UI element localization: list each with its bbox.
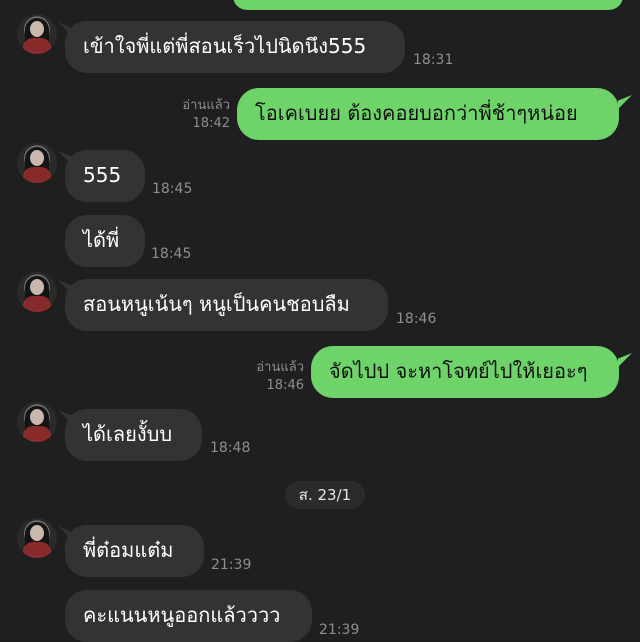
message-bubble-incoming[interactable]: เข้าใจพี่แต่พี่สอนเร็วไปนิดนึง555 — [65, 21, 405, 73]
chat-thread[interactable]: เข้าใจพี่แต่พี่สอนเร็วไปนิดนึง555 18:31 … — [0, 0, 640, 642]
message-bubble-incoming[interactable]: ได้เลยงั้บบ — [65, 409, 202, 461]
bubble-tail — [618, 353, 632, 367]
message-text: ได้เลยงั้บบ — [83, 422, 173, 446]
date-divider: ส. 23/1 — [285, 481, 365, 509]
message-bubble-incoming[interactable]: คะแนนหนูออกแล้วววว — [65, 590, 312, 642]
message-time: 18:31 — [413, 52, 454, 68]
message-bubble-incoming[interactable]: ได้พี่ — [65, 215, 145, 267]
contact-avatar[interactable] — [17, 143, 57, 183]
message-bubble-incoming[interactable]: 555 — [65, 150, 145, 202]
read-status: อ่านแล้ว — [256, 360, 304, 375]
message-text: 555 — [83, 163, 122, 187]
message-text: พี่ต๋อมแต๋ม — [83, 538, 174, 562]
message-time: 18:42 — [192, 116, 230, 131]
message-text: คะแนนหนูออกแล้วววว — [83, 603, 281, 627]
message-bubble-incoming[interactable]: สอนหนูเน้นๆ หนูเป็นคนชอบลืม — [65, 279, 388, 331]
read-status: อ่านแล้ว — [182, 98, 230, 113]
message-bubble-outgoing[interactable]: จัดไปป จะหาโจทย์ไปให้เยอะๆ — [311, 346, 619, 398]
message-time: 21:39 — [211, 557, 252, 573]
message-time: 18:45 — [152, 181, 193, 197]
message-time: 18:45 — [151, 246, 192, 262]
contact-avatar[interactable] — [17, 402, 57, 442]
message-time: 21:39 — [319, 622, 360, 638]
message-text: ได้พี่ — [83, 228, 120, 252]
message-time: 18:46 — [266, 378, 304, 393]
contact-avatar[interactable] — [17, 272, 57, 312]
message-text: โอเคเบยย ต้องคอยบอกว่าพี่ช้าๆหน่อย — [255, 101, 578, 125]
message-time: 18:48 — [210, 440, 251, 456]
message-bubble-outgoing[interactable]: โอเคเบยย ต้องคอยบอกว่าพี่ช้าๆหน่อย — [237, 88, 619, 140]
message-text: จัดไปป จะหาโจทย์ไปให้เยอะๆ — [329, 359, 588, 383]
bubble-tail — [618, 95, 632, 109]
partial-outgoing-bubble[interactable] — [233, 0, 623, 10]
message-text: เข้าใจพี่แต่พี่สอนเร็วไปนิดนึง555 — [83, 34, 367, 58]
message-bubble-incoming[interactable]: พี่ต๋อมแต๋ม — [65, 525, 204, 577]
contact-avatar[interactable] — [17, 518, 57, 558]
message-time: 18:46 — [396, 311, 437, 327]
contact-avatar[interactable] — [17, 14, 57, 54]
message-text: สอนหนูเน้นๆ หนูเป็นคนชอบลืม — [83, 292, 350, 316]
read-receipt: อ่านแล้ว 18:46 — [244, 359, 304, 395]
read-receipt: อ่านแล้ว 18:42 — [170, 97, 230, 133]
